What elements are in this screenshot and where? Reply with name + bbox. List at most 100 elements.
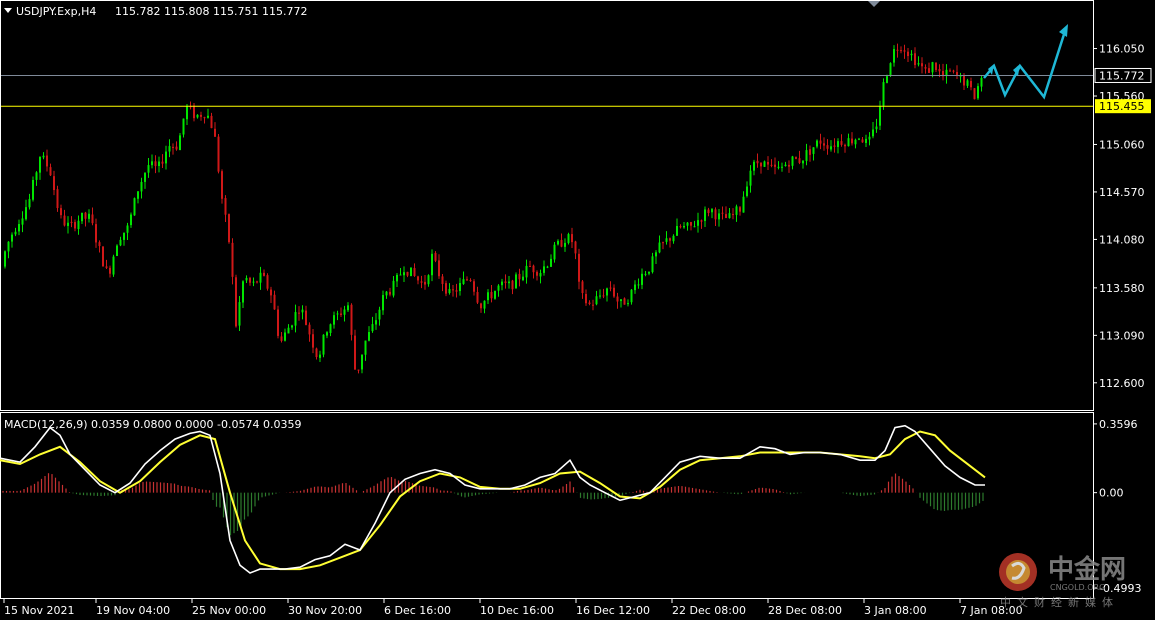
candle-body xyxy=(424,281,426,285)
candle-body xyxy=(322,334,325,355)
candle-body xyxy=(781,166,783,168)
candle-body xyxy=(434,252,437,261)
candle-body xyxy=(210,115,213,129)
candle-body xyxy=(46,155,48,167)
candle-body xyxy=(672,235,675,242)
watermark-text: 中金网 xyxy=(1048,554,1126,585)
candle-body xyxy=(784,164,787,167)
candle-body xyxy=(413,268,416,276)
candle-body xyxy=(557,240,559,245)
candle-body xyxy=(487,292,489,301)
candle-body xyxy=(249,277,251,283)
ohlc-readout: 115.782 115.808 115.751 115.772 xyxy=(115,5,307,18)
candle-body xyxy=(522,276,524,281)
candle-body xyxy=(676,225,678,236)
candle-body xyxy=(165,151,167,164)
candle-body xyxy=(336,313,339,315)
candle-body xyxy=(651,256,654,273)
current-price-label: 115.772 xyxy=(1099,69,1145,82)
candle-body xyxy=(756,160,759,164)
candle-body xyxy=(301,309,304,313)
candle-body xyxy=(74,222,76,229)
candle-body xyxy=(35,172,38,180)
candle-body xyxy=(840,141,843,145)
price-tick-label-5: 113.580 xyxy=(1099,282,1145,295)
macd-line xyxy=(0,424,985,574)
candle-body xyxy=(368,332,370,341)
candle-body xyxy=(123,232,125,240)
candle-body xyxy=(683,225,685,228)
level-label: 115.455 xyxy=(1099,100,1145,113)
candle-body xyxy=(823,143,825,146)
candle-body xyxy=(455,290,458,292)
candle-body xyxy=(928,68,930,73)
candle-body xyxy=(392,280,395,296)
price-tick-label-0: 116.050 xyxy=(1099,43,1145,56)
candle-body xyxy=(357,369,360,371)
candle-body xyxy=(490,292,493,299)
candle-body xyxy=(214,128,216,137)
candle-body xyxy=(88,213,90,219)
candle-body xyxy=(466,279,468,281)
candle-body xyxy=(200,114,202,117)
candle-body xyxy=(616,296,619,302)
candle-body xyxy=(287,327,290,334)
candle-body xyxy=(329,324,332,333)
time-tick-label-7: 22 Dec 08:00 xyxy=(672,604,746,617)
candle-body xyxy=(130,214,132,226)
candle-body xyxy=(238,302,241,326)
time-tick-label-1: 19 Nov 04:00 xyxy=(96,604,170,617)
candle-body xyxy=(382,295,384,311)
candle-body xyxy=(410,267,412,277)
candle-body xyxy=(25,207,27,220)
time-tick-label-2: 25 Nov 00:00 xyxy=(192,604,266,617)
candle-body xyxy=(256,281,258,283)
candle-body xyxy=(879,106,881,126)
candle-body xyxy=(112,256,115,275)
candle-body xyxy=(49,167,52,176)
candle-body xyxy=(445,283,447,294)
candle-body xyxy=(763,161,766,167)
candle-body xyxy=(515,274,517,289)
candle-body xyxy=(613,287,615,297)
candle-body xyxy=(11,234,13,242)
price-tick-label-6: 113.090 xyxy=(1099,329,1145,342)
candle-body xyxy=(438,260,440,277)
candle-body xyxy=(60,208,62,216)
candle-body xyxy=(231,242,234,277)
candle-body xyxy=(735,206,738,215)
candle-body xyxy=(795,157,797,159)
arrow-head-2-icon xyxy=(1013,64,1020,76)
candle-body xyxy=(42,155,45,158)
shift-marker-icon[interactable] xyxy=(868,1,880,7)
candle-body xyxy=(609,287,612,289)
candle-body xyxy=(504,281,507,283)
candle-body xyxy=(669,238,671,241)
candle-body xyxy=(553,244,556,260)
candle-body xyxy=(18,224,20,232)
price-tick-label-3: 114.570 xyxy=(1099,186,1145,199)
candle-body xyxy=(459,283,461,292)
candle-body xyxy=(137,191,139,199)
cngold-logo: 中金网 CNGOLD.ORG 中文财经新媒体 xyxy=(999,553,1126,609)
candle-body xyxy=(574,241,577,254)
symbol-menu-icon[interactable] xyxy=(4,8,12,13)
candle-body xyxy=(826,145,829,149)
macd-histogram xyxy=(2,473,984,536)
candle-body xyxy=(728,213,731,219)
candle-body xyxy=(732,214,734,216)
candle-body xyxy=(529,265,531,267)
candle-body xyxy=(963,75,965,86)
candle-body xyxy=(970,81,972,88)
candle-body xyxy=(396,274,398,282)
candle-body xyxy=(690,222,692,226)
price-tick-label-4: 114.080 xyxy=(1099,233,1145,246)
macd-lines xyxy=(0,424,986,574)
time-tick-label-3: 30 Nov 20:00 xyxy=(288,604,362,617)
candle-body xyxy=(900,50,902,52)
candle-body xyxy=(158,161,160,166)
candle-body xyxy=(798,158,801,163)
candle-body xyxy=(154,161,157,167)
candle-body xyxy=(567,234,570,244)
candle-body xyxy=(67,222,69,226)
